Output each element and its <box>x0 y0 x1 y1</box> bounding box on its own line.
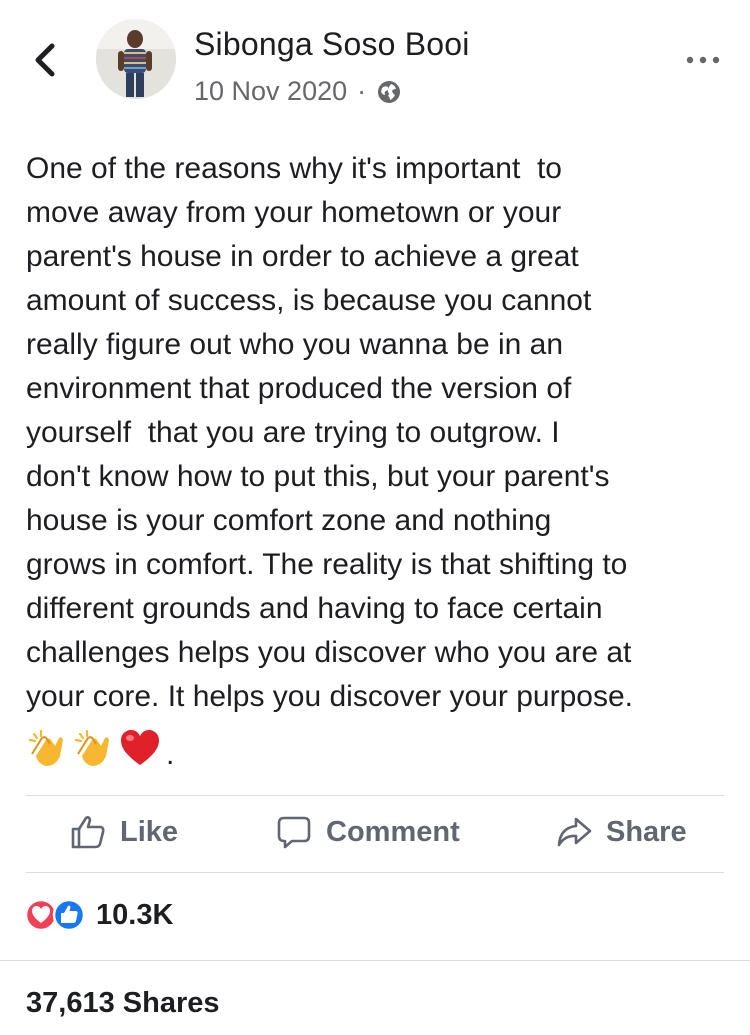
share-button[interactable]: Share <box>556 814 687 850</box>
post-text-line: house is your comfort zone and nothing <box>26 504 552 537</box>
avatar[interactable] <box>96 19 176 99</box>
post-text-line: move away from your hometown or your <box>26 196 562 229</box>
comment-icon <box>277 816 311 849</box>
post-header: Sibonga Soso Booi 10 Nov 2020 · <box>0 0 750 120</box>
post-text-line: different grounds and having to face cer… <box>26 592 603 625</box>
author-name[interactable]: Sibonga Soso Booi <box>194 26 470 63</box>
more-horizontal-icon <box>686 56 720 64</box>
divider <box>26 872 724 873</box>
post-text-line: environment that produced the version of <box>26 372 572 405</box>
post-emoji-line: . <box>26 722 174 770</box>
thumbs-up-icon <box>71 816 105 849</box>
post-text: One of the reasons why it's important to… <box>26 147 731 719</box>
post-text-line: your core. It helps you discover your pu… <box>26 680 633 713</box>
post-text-line: challenges helps you discover who you ar… <box>26 636 632 669</box>
like-reaction-icon <box>52 898 86 932</box>
like-label: Like <box>120 815 179 848</box>
post-meta: 10 Nov 2020 · <box>194 76 402 107</box>
avatar-photo <box>96 19 176 99</box>
back-button[interactable] <box>30 40 60 80</box>
clapping-hands-emoji <box>74 729 109 766</box>
emoji-trailing-period: . <box>166 738 175 771</box>
post-text-line: really figure out who you wanna be in an <box>26 328 564 361</box>
reaction-count: 10.3K <box>96 898 174 931</box>
red-heart-emoji <box>121 730 159 765</box>
share-label: Share <box>606 815 687 848</box>
chevron-left-icon <box>35 43 55 77</box>
clapping-hands-emoji <box>28 729 63 766</box>
comment-label: Comment <box>326 815 460 848</box>
like-button[interactable]: Like <box>70 814 178 850</box>
comment-button[interactable]: Comment <box>276 814 460 850</box>
reaction-icons <box>24 898 90 932</box>
post-text-line: yourself that you are trying to outgrow.… <box>26 416 560 449</box>
share-arrow-icon <box>557 817 592 847</box>
action-bar: Like Comment Share <box>0 796 750 872</box>
post-text-line: amount of success, is because you cannot <box>26 284 592 317</box>
reactions-summary[interactable]: 10.3K <box>24 898 173 932</box>
post-date[interactable]: 10 Nov 2020 <box>194 76 347 107</box>
post-text-line: parent's house in order to achieve a gre… <box>26 240 579 273</box>
globe-icon <box>378 80 401 103</box>
post-text-line: grows in comfort. The reality is that sh… <box>26 548 628 581</box>
divider <box>0 960 750 961</box>
post-text-line: One of the reasons why it's important to <box>26 152 562 185</box>
meta-separator: · <box>357 76 367 106</box>
post-text-line: don't know how to put this, but your par… <box>26 460 610 493</box>
shares-count[interactable]: 37,613 Shares <box>26 987 219 1020</box>
more-options-button[interactable] <box>683 50 723 70</box>
